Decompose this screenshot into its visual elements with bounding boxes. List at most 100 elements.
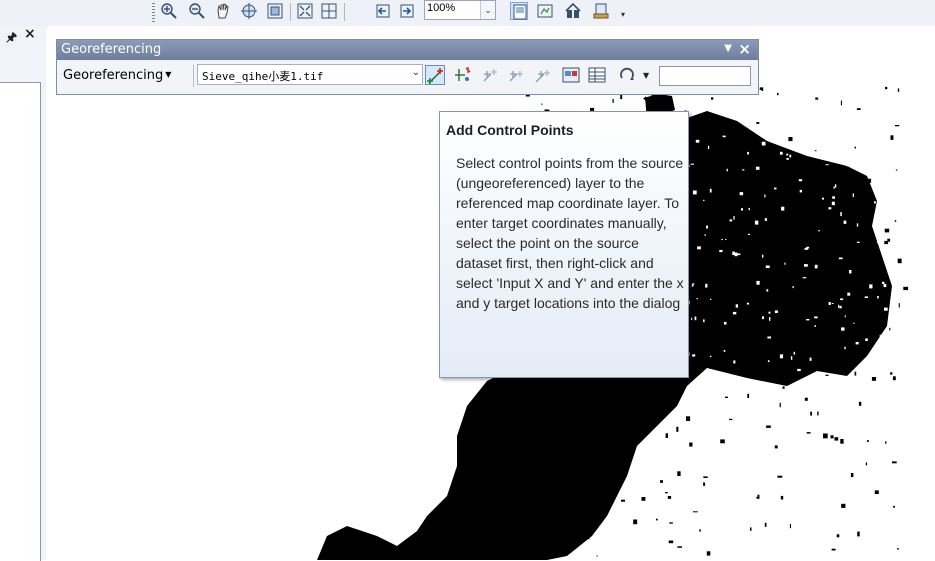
raster-hole: [704, 234, 706, 236]
raster-hole: [710, 298, 712, 300]
layout-page-icon[interactable]: [510, 2, 528, 20]
raster-speck: [884, 228, 890, 233]
close-icon[interactable]: ×: [738, 40, 751, 58]
raster-hole: [841, 327, 845, 331]
raster-speck: [890, 135, 894, 140]
zoom-to-link-icon[interactable]: [507, 65, 527, 85]
add-control-points-icon[interactable]: [425, 65, 445, 85]
raster-hole: [885, 128, 889, 132]
raster-speck: [780, 495, 784, 500]
raster-speck: [665, 492, 668, 494]
raster-speck: [857, 247, 860, 250]
raster-hole: [708, 145, 710, 150]
raster-speck: [789, 317, 792, 321]
raster-hole: [766, 289, 769, 292]
toggle-icon[interactable]: [592, 2, 610, 20]
pan-icon[interactable]: [214, 2, 232, 20]
fixed-zoom-icon[interactable]: [266, 2, 284, 20]
raster-hole: [721, 239, 723, 241]
raster-speck: [865, 462, 868, 466]
full-extent-icon[interactable]: [240, 2, 258, 20]
raster-hole: [729, 219, 733, 222]
raster-speck: [621, 499, 625, 502]
layer-select-value: Sieve_qihe小麦1.tif: [202, 70, 324, 83]
raster-speck: [810, 411, 812, 416]
zoom-scale-combo[interactable]: 100% ⌄: [424, 0, 496, 20]
tools-icon[interactable]: [564, 2, 582, 20]
zoom-out-icon[interactable]: [188, 2, 206, 20]
rotate-icon[interactable]: [617, 65, 637, 85]
raster-hole: [828, 302, 831, 305]
toolbar-grip[interactable]: [152, 3, 155, 23]
raster-hole: [746, 302, 749, 305]
raster-hole: [802, 143, 806, 145]
raster-speck: [850, 473, 854, 478]
raster-hole: [828, 207, 832, 210]
layer-select[interactable]: Sieve_qihe小麦1.tif ⌄: [197, 64, 423, 85]
raster-speck: [526, 426, 530, 432]
raster-hole: [709, 355, 712, 358]
georeferencing-menu-button[interactable]: Georeferencing ▼: [63, 68, 171, 83]
raster-hole: [790, 356, 793, 360]
toolbar-menu-icon[interactable]: ▼: [724, 43, 732, 54]
raster-hole: [879, 160, 883, 162]
panel-header: 🖈︎ ×: [0, 26, 46, 44]
close-icon[interactable]: ×: [24, 26, 36, 42]
link-table-icon[interactable]: [587, 65, 607, 85]
zoom-to-layer-icon[interactable]: [296, 2, 314, 20]
raster-hole: [755, 166, 760, 170]
raster-speck: [873, 275, 879, 279]
raster-speck: [820, 279, 822, 282]
raster-hole: [838, 304, 840, 308]
raster-hole: [840, 212, 842, 217]
toolbar-options-icon[interactable]: ▾: [621, 10, 625, 19]
raster-speck: [830, 435, 834, 439]
raster-hole: [874, 201, 876, 204]
raster-hole: [846, 162, 851, 167]
raster-speck: [711, 97, 714, 100]
raster-speck: [867, 440, 869, 442]
raster-hole: [886, 176, 889, 179]
delete-link-icon[interactable]: [533, 65, 553, 85]
raster-speck: [703, 476, 708, 478]
back-icon[interactable]: [374, 2, 392, 20]
chevron-down-icon[interactable]: ⌄: [412, 67, 420, 78]
raster-speck: [894, 220, 897, 222]
transform-value-input[interactable]: [659, 66, 751, 86]
raster-hole: [695, 139, 700, 143]
chevron-down-icon[interactable]: ⌄: [480, 1, 495, 19]
raster-speck: [895, 169, 898, 171]
raster-speck: [633, 519, 638, 525]
rotate-options-icon[interactable]: ▼: [643, 71, 649, 80]
raster-hole: [732, 311, 737, 315]
raster-speck: [892, 461, 897, 464]
raster-speck: [890, 372, 893, 375]
table-of-contents-panel: 🖈︎ ×: [0, 26, 46, 561]
raster-speck: [832, 368, 834, 372]
raster-speck: [703, 217, 706, 219]
auto-registration-icon[interactable]: [453, 65, 473, 85]
raster-speck: [788, 137, 793, 142]
raster-speck: [740, 205, 744, 208]
raster-speck: [754, 270, 758, 275]
raster-speck: [896, 548, 899, 550]
raster-hole: [844, 346, 846, 350]
raster-speck: [707, 241, 710, 246]
raster-speck: [665, 433, 668, 438]
raster-hole: [814, 325, 816, 327]
panel-body[interactable]: [0, 82, 41, 561]
raster-hole: [691, 284, 694, 287]
raster-hole: [756, 280, 760, 285]
pin-icon[interactable]: 🖈︎: [6, 28, 17, 49]
raster-speck: [656, 518, 658, 521]
toolbar-titlebar[interactable]: Georeferencing ▼ ×: [57, 40, 758, 60]
forward-icon[interactable]: [398, 2, 416, 20]
refresh-icon[interactable]: [536, 2, 554, 20]
raster-hole: [754, 220, 759, 225]
zoom-in-icon[interactable]: [160, 2, 178, 20]
raster-speck: [897, 258, 902, 264]
select-link-icon[interactable]: [481, 65, 501, 85]
grid-icon[interactable]: [320, 2, 338, 20]
raster-speck: [898, 303, 900, 308]
viewer-icon[interactable]: [561, 65, 581, 85]
